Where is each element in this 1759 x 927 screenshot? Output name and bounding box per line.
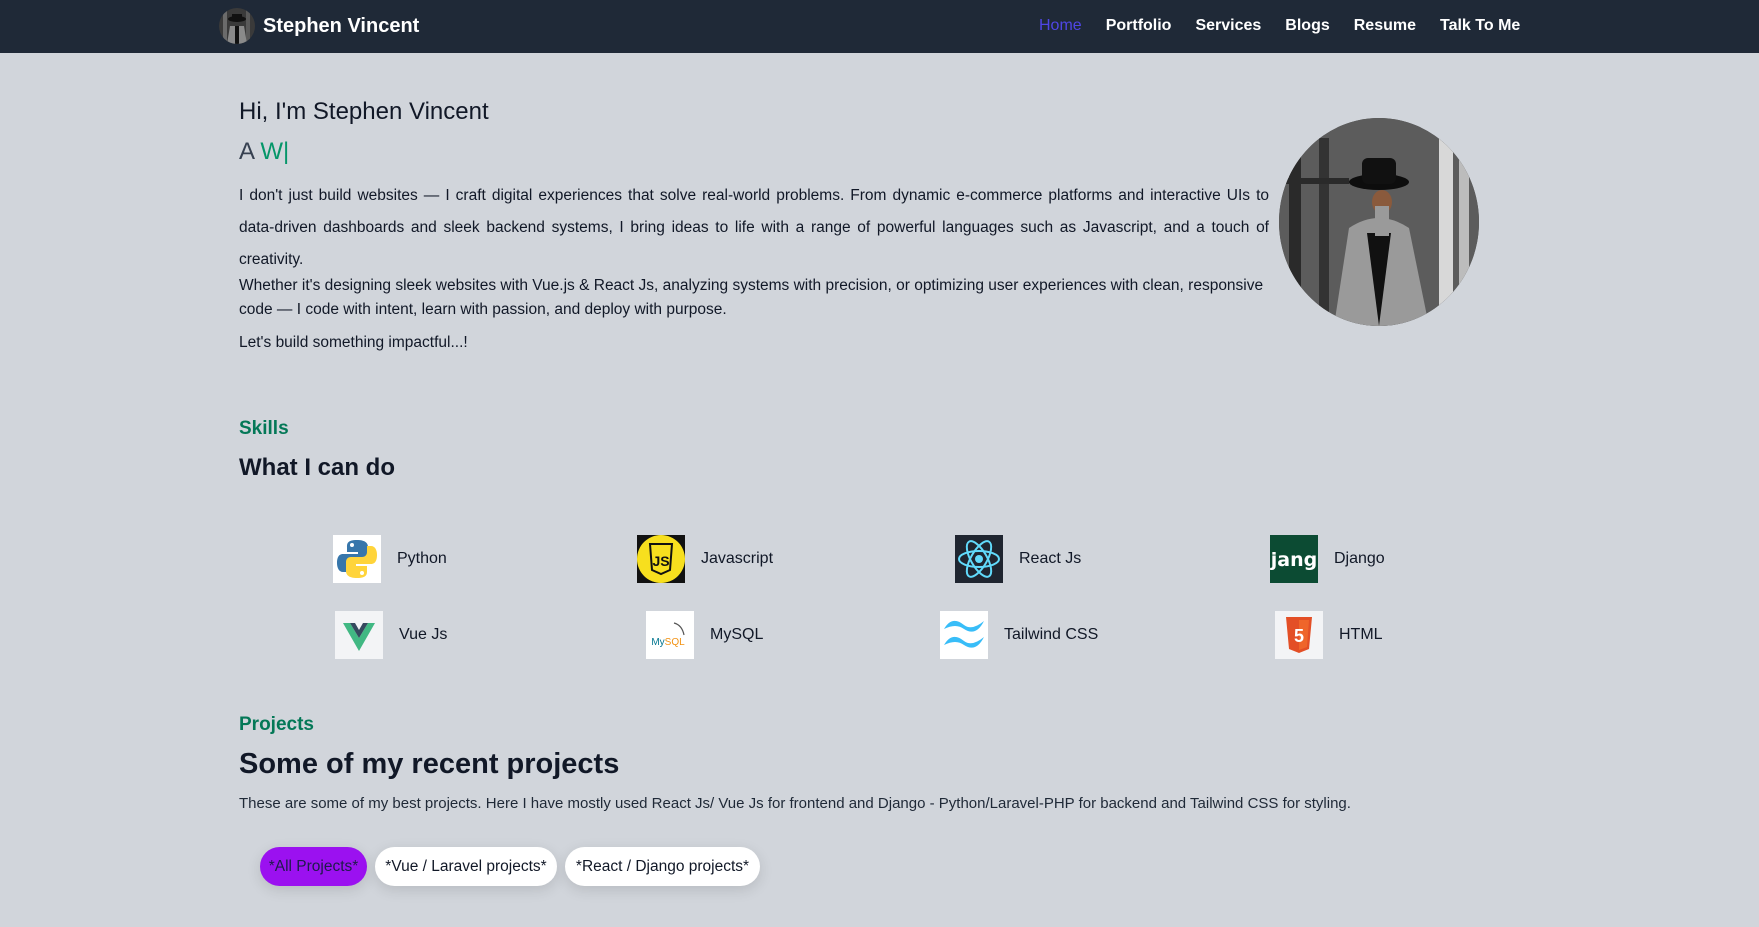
nav-link-services[interactable]: Services <box>1195 17 1261 35</box>
hero-typing-line: A W| <box>239 138 289 166</box>
html5-logo-icon: 5 <box>1275 611 1323 659</box>
nav-link-blogs[interactable]: Blogs <box>1285 17 1329 35</box>
javascript-logo-icon: JS <box>637 535 685 583</box>
nav-links: Home Portfolio Services Blogs Resume Tal… <box>1039 17 1544 35</box>
tailwind-logo-icon <box>940 611 988 659</box>
skill-item-html: 5 HTML <box>1275 611 1383 659</box>
typing-text: W| <box>260 138 290 165</box>
filter-vue-laravel-button[interactable]: *Vue / Laravel projects* <box>375 847 557 886</box>
mysql-logo-icon: MySQL <box>646 611 694 659</box>
skill-item-python: Python <box>333 535 447 583</box>
skill-name: Javascript <box>701 550 774 567</box>
nav-link-home[interactable]: Home <box>1039 17 1082 35</box>
svg-text:JS: JS <box>652 553 669 569</box>
skills-section-label: Skills <box>239 418 289 439</box>
svg-text:jang: jang <box>1270 549 1317 571</box>
filter-react-django-button[interactable]: *React / Django projects* <box>565 847 760 886</box>
brand-name: Stephen Vincent <box>263 14 420 37</box>
skill-item-react: React Js <box>955 535 1081 583</box>
projects-section-title: Some of my recent projects <box>239 748 620 780</box>
svg-text:MySQL: MySQL <box>651 637 685 648</box>
nav-link-resume[interactable]: Resume <box>1354 17 1416 35</box>
hero-greeting: Hi, I'm Stephen Vincent <box>239 98 489 125</box>
django-logo-icon: jang <box>1270 535 1318 583</box>
hero-paragraph-approach: Whether it's designing sleek websites wi… <box>239 277 1264 318</box>
react-logo-icon <box>955 535 1003 583</box>
nav-link-talk-to-me[interactable]: Talk To Me <box>1440 17 1520 35</box>
skill-item-tailwind: Tailwind CSS <box>940 611 1098 659</box>
skill-name: React Js <box>1019 550 1082 567</box>
nav-link-portfolio[interactable]: Portfolio <box>1106 17 1172 35</box>
project-filters: *All Projects* *Vue / Laravel projects* … <box>260 847 768 886</box>
filter-all-projects-button[interactable]: *All Projects* <box>260 847 367 886</box>
vue-logo-icon <box>335 611 383 659</box>
skill-name: Vue Js <box>399 626 448 643</box>
skill-name: MySQL <box>710 626 764 643</box>
brand-avatar <box>219 8 255 44</box>
skill-item-javascript: JS Javascript <box>637 535 773 583</box>
python-logo-icon <box>333 535 381 583</box>
hero-paragraph-intro: I don't just build websites — I craft di… <box>239 187 1269 268</box>
hero-paragraph-cta: Let's build something impactful...! <box>239 334 468 351</box>
skill-name: Tailwind CSS <box>1004 626 1099 643</box>
brand[interactable]: Stephen Vincent <box>219 8 419 44</box>
profile-photo <box>1279 118 1479 326</box>
projects-section-label: Projects <box>239 714 314 735</box>
skill-name: Python <box>397 550 447 567</box>
typing-prefix: A <box>239 138 254 165</box>
skill-item-django: jang Django <box>1270 535 1385 583</box>
projects-description: These are some of my best projects. Here… <box>239 795 1351 812</box>
skill-name: Django <box>1334 550 1385 567</box>
skills-section-title: What I can do <box>239 454 395 481</box>
skill-item-vue: Vue Js <box>335 611 447 659</box>
svg-text:5: 5 <box>1294 626 1304 646</box>
top-navbar: Stephen Vincent Home Portfolio Services … <box>0 0 1759 53</box>
skill-item-mysql: MySQL MySQL <box>646 611 763 659</box>
skill-name: HTML <box>1339 626 1383 643</box>
